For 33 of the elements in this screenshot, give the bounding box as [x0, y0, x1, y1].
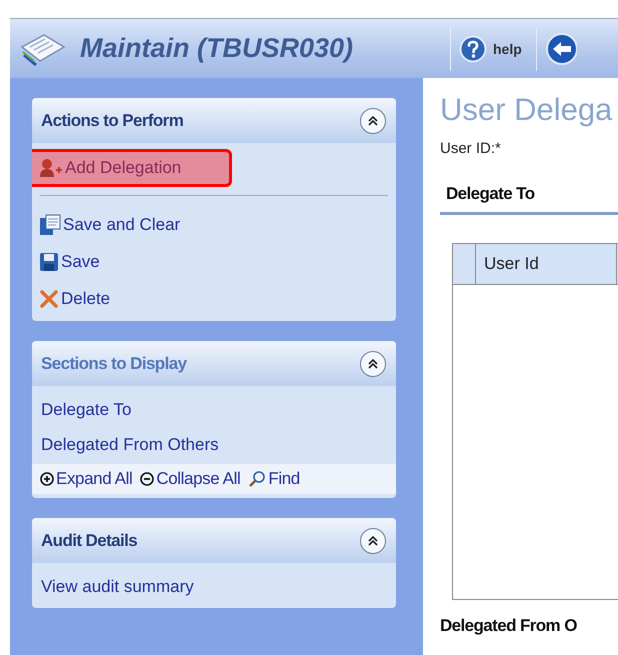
collapse-button[interactable]: [360, 108, 386, 134]
page-title: Maintain (TBUSR030): [80, 33, 354, 64]
section-link[interactable]: View audit summary: [32, 569, 203, 604]
add-user-icon: [39, 158, 63, 178]
section-heading: Delegate To: [440, 184, 618, 215]
form-title: User Delega: [440, 92, 614, 129]
section-heading: Delegated From O: [440, 616, 578, 636]
double-chevron-icon: [366, 356, 380, 370]
minus-circle-icon: [140, 472, 154, 486]
delete-icon: [39, 288, 59, 308]
back-button[interactable]: [536, 26, 577, 70]
back-arrow-icon: [544, 32, 577, 66]
double-chevron-icon: [366, 114, 380, 128]
panel-title: Audit Details: [41, 530, 138, 550]
plus-circle-icon: [40, 472, 54, 486]
panel-title: Sections to Display: [41, 354, 186, 374]
action-link[interactable]: Save and Clear: [32, 206, 188, 243]
action-link[interactable]: Save: [32, 243, 107, 280]
double-chevron-icon: [366, 534, 380, 548]
collapse-button[interactable]: [360, 528, 386, 554]
section-link[interactable]: Delegate To: [32, 392, 140, 427]
action-link[interactable]: Delete: [32, 280, 118, 317]
collapse-button[interactable]: [360, 350, 386, 376]
panel-title: Actions to Perform: [41, 110, 184, 130]
field-label: User ID:*: [440, 140, 502, 159]
find-link[interactable]: Find: [248, 469, 300, 489]
expand-link[interactable]: Expand All: [40, 469, 132, 489]
collapse-link[interactable]: Collapse All: [140, 469, 240, 489]
help-button[interactable]: help: [450, 26, 536, 70]
section-link[interactable]: Delegated From Others: [32, 427, 228, 462]
help-icon: [459, 34, 487, 62]
search-icon: [248, 470, 266, 488]
disk-document-icon: [39, 214, 61, 236]
